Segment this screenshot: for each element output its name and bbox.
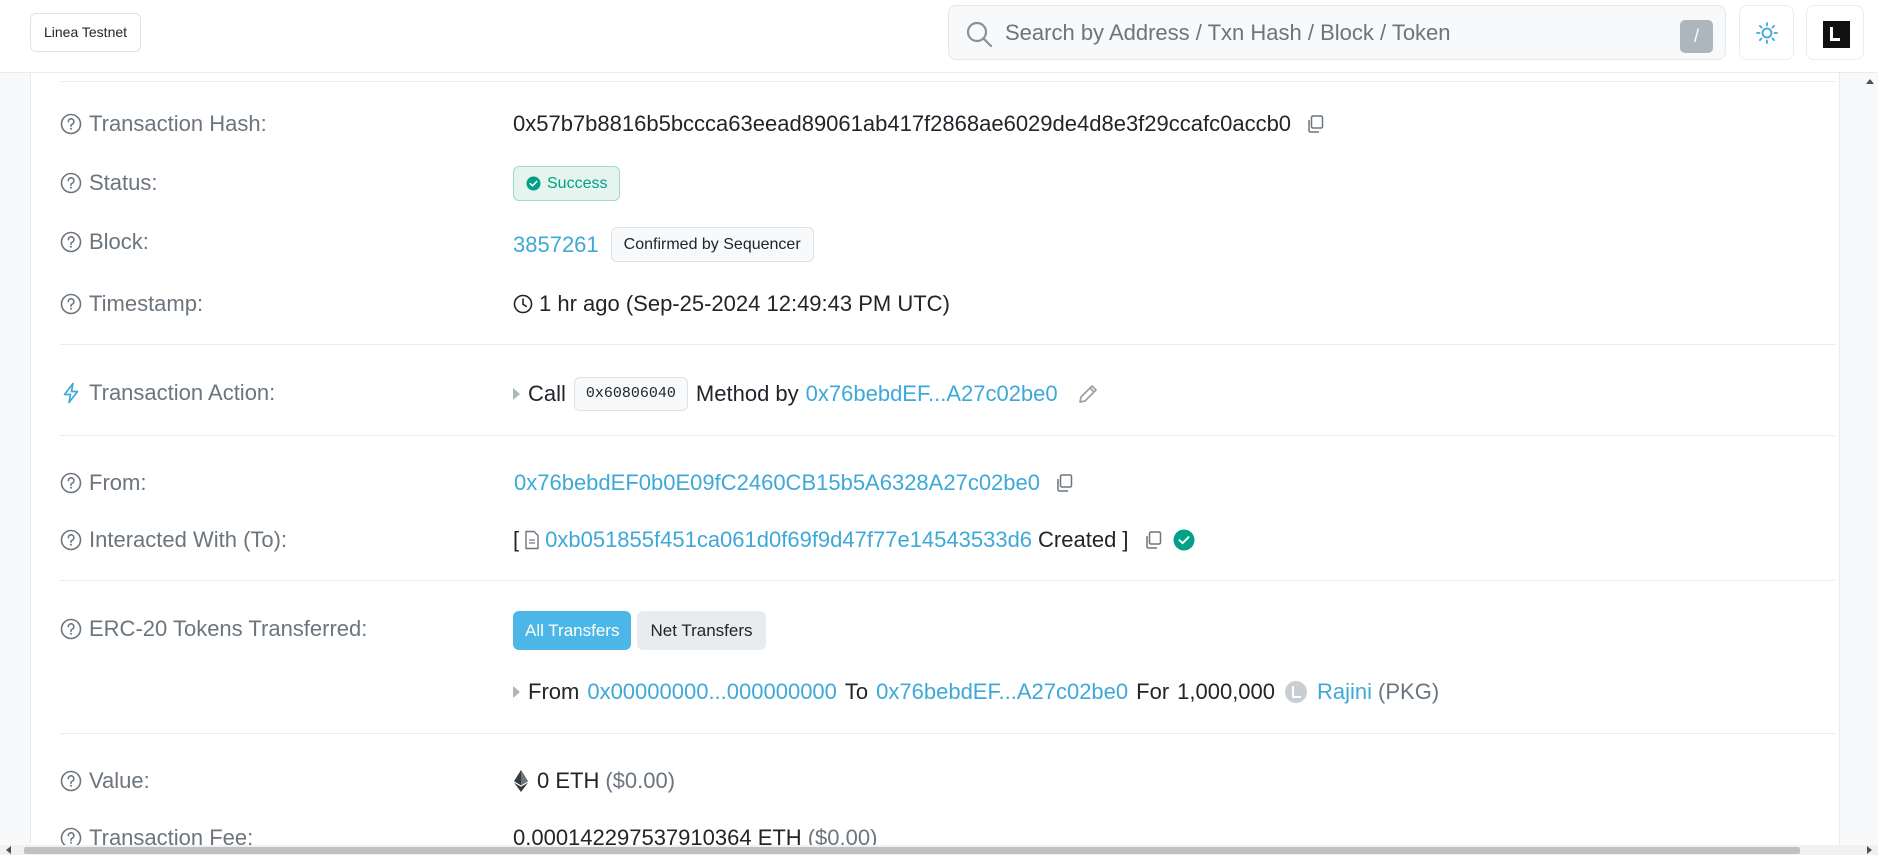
status-badge: Success [513,166,621,201]
method-id-badge: 0x60806040 [573,377,688,411]
search-bar[interactable]: / [948,5,1726,60]
question-circle-icon [60,472,82,494]
tx-hash-text: 0x57b7b8816b5bccca63eead89061ab417f2868a… [513,111,1292,136]
block-label-text: Block: [89,229,149,254]
tx-action-label: Transaction Action: [60,380,275,406]
scrollbar-thumb[interactable] [24,847,1800,854]
verified-check-icon [1173,529,1195,551]
transfer-for-label: For [1136,679,1170,704]
action-address-link[interactable]: 0x76bebdEF...A27c02be0 [806,381,1058,407]
action-call-text: Call [528,381,566,406]
search-icon [966,21,993,48]
status-label: Status: [60,170,157,196]
token-name-link[interactable]: Rajini [1317,679,1372,705]
question-circle-icon [60,113,82,135]
erc20-label-text: ERC-20 Tokens Transferred: [89,616,368,641]
clock-icon [513,294,533,314]
question-circle-icon [60,172,82,194]
timestamp-label-text: Timestamp: [89,291,204,316]
status-value: Success [513,166,621,201]
pencil-icon[interactable] [1076,382,1100,406]
transfer-to-label: To [844,679,869,704]
erc20-label: ERC-20 Tokens Transferred: [60,616,367,642]
question-circle-icon [60,293,82,315]
sun-icon [1756,22,1778,44]
section-divider [60,733,1835,734]
copy-icon[interactable] [1305,114,1325,134]
status-badge-text: Success [547,174,608,192]
linea-logo-icon [1823,21,1861,48]
to-value: [ 0xb051855f451ca061d0f69f9d47f77e145435… [513,527,1195,553]
erc20-tabs: All Transfers Net Transfers [513,611,766,650]
expand-caret-icon[interactable] [513,388,520,400]
section-divider [60,435,1835,436]
token-logo-icon [1285,681,1308,703]
transfer-amount: 1,000,000 [1177,679,1276,704]
question-circle-icon [60,529,82,551]
erc20-transfer-row: From 0x00000000...000000000 To 0x76bebdE… [513,679,1439,705]
tab-net-transfers[interactable]: Net Transfers [637,611,766,650]
tx-action-label-text: Transaction Action: [89,380,276,405]
from-label-text: From: [89,470,147,495]
question-circle-icon [60,770,82,792]
card-top-divider [60,81,1835,82]
block-value: 3857261 Confirmed by Sequencer [513,227,814,262]
check-circle-icon [526,176,541,191]
timestamp-label: Timestamp: [60,291,203,317]
from-value: 0x76bebdEF0b0E09fC2460CB15b5A6328A27c02b… [513,470,1074,496]
open-bracket: [ [513,527,520,552]
search-input[interactable] [1005,14,1645,52]
linea-logo-button[interactable] [1806,5,1864,60]
value-amount: 0 ETH [537,768,600,793]
confirmation-badge: Confirmed by Sequencer [610,227,814,262]
transfer-to-address-link[interactable]: 0x76bebdEF...A27c02be0 [876,679,1128,705]
tab-all-transfers[interactable]: All Transfers [513,611,632,650]
transfer-from-label: From [528,679,580,704]
created-text: Created ] [1038,527,1129,552]
value-value: 0 ETH ($0.00) [513,768,675,794]
contract-file-icon [525,530,539,550]
search-shortcut-key: / [1680,20,1713,53]
tx-hash-label-text: Transaction Hash: [89,111,267,136]
timestamp-value: 1 hr ago (Sep-25-2024 12:49:43 PM UTC) [513,291,950,317]
value-label: Value: [60,768,150,794]
to-label: Interacted With (To): [60,527,287,553]
transaction-details-card [30,73,1840,855]
scroll-up-arrow[interactable] [1866,79,1874,84]
from-address-link[interactable]: 0x76bebdEF0b0E09fC2460CB15b5A6328A27c02b… [514,470,1040,496]
copy-icon[interactable] [1143,530,1163,550]
value-label-text: Value: [89,768,150,793]
question-circle-icon [60,618,82,640]
network-selector-button[interactable]: Linea Testnet [30,13,142,52]
expand-caret-icon[interactable] [513,686,520,698]
value-usd: ($0.00) [605,768,676,793]
status-label-text: Status: [89,170,158,195]
tx-action-value: Call 0x60806040 Method by 0x76bebdEF...A… [513,377,1100,411]
section-divider [60,580,1835,581]
block-label: Block: [60,229,149,255]
to-address-link[interactable]: 0xb051855f451ca061d0f69f9d47f77e14543533… [545,527,1032,553]
horizontal-scrollbar[interactable] [0,845,1878,855]
method-by-text: Method by [695,381,799,406]
scroll-left-arrow[interactable] [6,846,11,854]
tx-hash-label: Transaction Hash: [60,111,267,137]
from-label: From: [60,470,146,496]
transfer-from-address-link[interactable]: 0x00000000...000000000 [587,679,837,705]
tx-hash-value: 0x57b7b8816b5bccca63eead89061ab417f2868a… [513,111,1325,137]
token-symbol: (PKG) [1378,679,1440,704]
top-header: Linea Testnet / [0,0,1878,73]
theme-toggle-button[interactable] [1739,5,1794,60]
timestamp-text: 1 hr ago (Sep-25-2024 12:49:43 PM UTC) [539,291,950,316]
copy-icon[interactable] [1054,473,1074,493]
lightning-icon [63,382,79,404]
scroll-right-arrow[interactable] [1867,846,1872,854]
block-number-link[interactable]: 3857261 [513,232,599,258]
ethereum-icon [514,770,528,792]
section-divider [60,344,1835,345]
question-circle-icon [60,231,82,253]
to-label-text: Interacted With (To): [89,527,288,552]
